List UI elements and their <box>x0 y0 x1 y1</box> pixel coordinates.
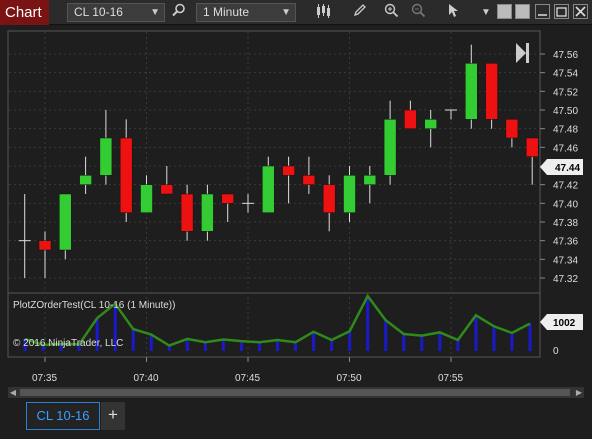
price-tick-label: 47.38 <box>553 218 578 229</box>
last-price-label: 47.44 <box>555 163 580 174</box>
candle-body <box>505 119 519 139</box>
chevron-down-icon: ▼ <box>150 7 160 18</box>
indicator-value-label: 1002 <box>553 318 576 329</box>
window-title: Chart <box>0 0 49 25</box>
horizontal-scrollbar[interactable]: ◀ ▶ <box>8 387 584 398</box>
last-price-marker: 47.44 <box>540 159 583 175</box>
candle-body <box>99 137 113 176</box>
candle-body <box>383 119 397 176</box>
candle-body <box>221 193 234 204</box>
toolbar: Chart CL 10-16 ▼ 1 Minute ▼ ▼ <box>0 0 592 25</box>
price-tick-label: 47.42 <box>553 181 578 192</box>
copyright-text: © 2016 NinjaTrader, LLC <box>13 338 123 349</box>
time-tick-label: 07:50 <box>337 373 362 384</box>
price-tick-label: 47.32 <box>553 274 578 285</box>
scroll-end-icon[interactable] <box>516 43 529 63</box>
price-panel-border <box>7 30 541 294</box>
candle-body <box>79 175 92 185</box>
candle-body <box>282 165 295 176</box>
scroll-left-icon[interactable]: ◀ <box>8 387 18 398</box>
candle-body <box>525 137 539 157</box>
time-tick-label: 07:45 <box>235 373 260 384</box>
candle-body <box>59 193 72 251</box>
interval-value: 1 Minute <box>203 5 250 19</box>
instrument-value: CL 10-16 <box>74 5 123 19</box>
candle-body <box>119 137 133 213</box>
candle-body <box>160 184 174 195</box>
scrollbar-thumb[interactable] <box>20 389 570 396</box>
time-tick-label: 07:35 <box>32 373 57 384</box>
price-tick-label: 47.46 <box>553 143 578 154</box>
candle-body <box>404 109 417 129</box>
candle-body <box>485 63 498 120</box>
restore-window-icon[interactable] <box>554 4 569 19</box>
close-icon[interactable] <box>573 4 588 19</box>
candle-body <box>180 193 194 232</box>
add-tab-button[interactable]: + <box>101 402 125 430</box>
zoom-in-icon[interactable] <box>381 3 401 22</box>
restore-icon[interactable] <box>535 4 550 19</box>
candle-body <box>465 63 478 120</box>
indicator-zero-label: 0 <box>553 346 559 357</box>
price-tick-label: 47.54 <box>553 69 578 80</box>
maximize-icon[interactable] <box>515 4 530 19</box>
dropdown-icon[interactable]: ▼ <box>476 3 496 22</box>
indicator-value-marker: 1002 <box>540 314 583 330</box>
zoom-out-icon[interactable] <box>408 3 428 22</box>
tab-bar: CL 10-16 + <box>0 398 592 439</box>
candle-body <box>201 193 214 232</box>
price-tick-label: 47.40 <box>553 199 578 210</box>
candle-body <box>302 175 316 185</box>
candles <box>18 44 539 278</box>
tab-cl-10-16[interactable]: CL 10-16 <box>26 402 100 430</box>
pencil-icon[interactable] <box>350 3 370 22</box>
chart-area[interactable]: 47.56 47.54 47.52 47.50 47.48 47.46 47.44 47.42… <box>0 26 592 386</box>
instrument-selector[interactable]: CL 10-16 ▼ <box>67 3 165 22</box>
chart-window: Chart CL 10-16 ▼ 1 Minute ▼ ▼ 47.56 47.5… <box>0 0 592 439</box>
price-tick-label: 47.34 <box>553 255 578 266</box>
search-icon[interactable] <box>169 3 189 22</box>
candle-body <box>363 175 377 185</box>
time-axis: 07:35 07:40 07:45 07:50 07:55 <box>32 357 463 384</box>
candle-body <box>262 165 275 213</box>
chevron-down-icon: ▼ <box>281 7 291 18</box>
candle-body <box>343 175 356 213</box>
price-tick-label: 47.36 <box>553 237 578 248</box>
candle-body <box>424 119 437 129</box>
minimize-icon[interactable] <box>497 4 512 19</box>
interval-selector[interactable]: 1 Minute ▼ <box>196 3 296 22</box>
price-tick-label: 47.48 <box>553 125 578 136</box>
candle-body <box>140 184 153 213</box>
price-tick-label: 47.50 <box>553 106 578 117</box>
pointer-icon[interactable] <box>443 3 463 22</box>
price-tick-label: 47.56 <box>553 50 578 61</box>
bar-type-icon[interactable] <box>313 3 333 22</box>
indicator-title: PlotZOrderTest(CL 10-16 (1 Minute)) <box>13 300 175 311</box>
scroll-right-icon[interactable]: ▶ <box>574 387 584 398</box>
time-tick-label: 07:40 <box>134 373 159 384</box>
candle-body <box>38 240 52 251</box>
candle-body <box>322 184 336 213</box>
price-tick-label: 47.52 <box>553 87 578 98</box>
time-tick-label: 07:55 <box>438 373 463 384</box>
